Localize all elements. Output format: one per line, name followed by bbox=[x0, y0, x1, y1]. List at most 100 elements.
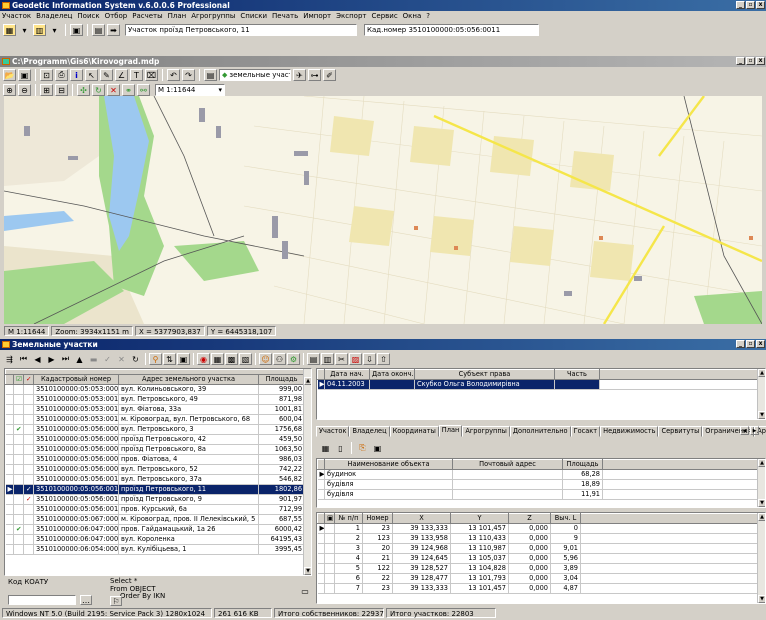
menu-item-9[interactable]: Импорт bbox=[303, 11, 331, 22]
menu-item-10[interactable]: Экспорт bbox=[336, 11, 366, 22]
pin-icon[interactable]: ✈ bbox=[293, 69, 306, 81]
arrow-icon[interactable]: ➡ bbox=[107, 24, 120, 36]
zoom-window-icon[interactable]: ⊡ bbox=[40, 69, 53, 81]
table-row[interactable]: 2 123 39 133,958 13 110,433 0,000 9 bbox=[317, 533, 760, 544]
scroll-up-icon[interactable]: ▲ bbox=[758, 459, 765, 467]
address-header[interactable]: Адрес земельного участка bbox=[118, 374, 259, 385]
tab-3[interactable]: План bbox=[438, 425, 463, 437]
chevron-down-icon[interactable]: ▾ bbox=[18, 24, 31, 36]
report-icon[interactable]: ▦ bbox=[211, 353, 224, 365]
plan-draw-icon[interactable]: ▦ bbox=[319, 442, 332, 454]
tabs-scroll-left-icon[interactable]: ◀ bbox=[740, 426, 749, 435]
filter-icon[interactable]: ⇶ bbox=[3, 353, 16, 365]
table-row[interactable]: 3510100000:06:047:0003 вул. Короленка 6419… bbox=[5, 534, 306, 545]
part-header[interactable]: Часть bbox=[554, 369, 600, 380]
prev-record-icon[interactable]: ◀ bbox=[31, 353, 44, 365]
coords-z-header[interactable]: Z bbox=[508, 513, 551, 524]
layer-select[interactable]: ◆ земельные участки bbox=[219, 69, 291, 81]
tab-2[interactable]: Координаты bbox=[389, 426, 439, 437]
coords-index-header[interactable]: № п/п bbox=[334, 513, 363, 524]
menu-item-6[interactable]: Агрогруппы bbox=[191, 11, 235, 22]
object-area-header[interactable]: Площадь bbox=[562, 459, 603, 470]
table-row[interactable]: 3510100000:06:054:0002 вул. Кулібіцьева, … bbox=[5, 544, 306, 555]
sort-icon[interactable]: ⇅ bbox=[163, 353, 176, 365]
insert-icon[interactable]: ▲ bbox=[73, 353, 86, 365]
scale-select[interactable]: М 1:11644 ▾ bbox=[155, 84, 225, 96]
plan-open-icon[interactable]: ⎘ bbox=[356, 442, 369, 454]
select-all-icon[interactable]: ▩ bbox=[225, 353, 238, 365]
owners-scrollbar[interactable]: ▲ ▼ bbox=[757, 369, 765, 419]
table-row[interactable]: 3510100000:05:067:0001 м. Кіровоград, про… bbox=[5, 514, 306, 525]
text-icon[interactable]: T bbox=[130, 69, 143, 81]
table-row[interactable]: будівля 18,89 bbox=[317, 479, 760, 490]
map-icon[interactable]: ▦ bbox=[3, 24, 16, 36]
menu-item-1[interactable]: Владелец bbox=[36, 11, 72, 22]
find-icon[interactable]: ⚲ bbox=[149, 353, 162, 365]
menu-item-11[interactable]: Сервис bbox=[372, 11, 398, 22]
koatu-browse-button[interactable]: … bbox=[80, 595, 92, 605]
tabs-scroll-right-icon[interactable]: ▶ bbox=[750, 426, 759, 435]
plan-doc-icon[interactable]: ▯ bbox=[334, 442, 347, 454]
owner-icon[interactable]: ☺ bbox=[259, 353, 272, 365]
table-row[interactable]: 3510100000:05:053:0009 вул. Колиньовськог… bbox=[5, 384, 306, 395]
zoom-in-icon[interactable]: ⊕ bbox=[3, 84, 16, 96]
run-query-icon[interactable]: ⚐ bbox=[110, 596, 122, 606]
table-row[interactable]: 5 122 39 128,527 13 104,828 0,000 3,89 bbox=[317, 563, 760, 574]
mark-header[interactable]: ✓ bbox=[23, 374, 34, 385]
map-minimize-button[interactable]: _ bbox=[736, 57, 745, 65]
maximize-button[interactable]: ▫ bbox=[746, 1, 755, 9]
scroll-up-icon[interactable]: ▲ bbox=[304, 377, 311, 385]
scroll-up-icon[interactable]: ▲ bbox=[758, 369, 765, 377]
menu-item-7[interactable]: Списки bbox=[240, 11, 267, 22]
cad-number-header[interactable]: Кадастровый номер bbox=[33, 374, 119, 385]
node-icon[interactable]: ⊶ bbox=[308, 69, 321, 81]
table-row[interactable]: 3510100000:05:056:0007 пров. Фіатова, 4 98… bbox=[5, 454, 306, 465]
tab-5[interactable]: Дополнительно bbox=[509, 426, 571, 437]
refresh-icon[interactable]: ↻ bbox=[92, 84, 105, 96]
select-object-icon[interactable]: ✣ bbox=[77, 84, 90, 96]
zoom-all-icon[interactable]: ⊟ bbox=[55, 84, 68, 96]
coords-scrollbar[interactable]: ▲ ▼ bbox=[757, 513, 765, 603]
last-record-icon[interactable]: ⏭ bbox=[59, 353, 72, 365]
plan-save-icon[interactable]: ▣ bbox=[371, 442, 384, 454]
edit-icon[interactable]: ✓ bbox=[101, 353, 114, 365]
pointer-icon[interactable]: ↖ bbox=[85, 69, 98, 81]
cut-icon[interactable]: ✂ bbox=[335, 353, 348, 365]
coords-x-header[interactable]: X bbox=[392, 513, 451, 524]
parcels-scrollbar[interactable]: ▲ ▼ bbox=[303, 369, 311, 575]
scroll-up-icon[interactable]: ▲ bbox=[758, 513, 765, 521]
calendar-icon[interactable]: ▤ bbox=[204, 69, 217, 81]
table-row[interactable]: 6 22 39 128,477 13 101,793 0,000 3,04 bbox=[317, 573, 760, 584]
menu-item-0[interactable]: Участок bbox=[2, 11, 31, 22]
table-row[interactable]: 3510100000:05:056:0013 пров. Курський, 6а… bbox=[5, 504, 306, 515]
zoom-rect-icon[interactable]: ⊞ bbox=[40, 84, 53, 96]
redo-icon[interactable]: ↷ bbox=[182, 69, 195, 81]
measure-icon[interactable]: ✎ bbox=[100, 69, 113, 81]
coords-grid[interactable]: ▣ № п/п Номер X Y Z Выч. L ▶ 1 23 39 133,33… bbox=[316, 512, 766, 604]
map-maximize-button[interactable]: ▫ bbox=[746, 57, 755, 65]
grid-icon[interactable]: ▤ bbox=[92, 24, 105, 36]
table-row[interactable]: ▶ 1 23 39 133,333 13 101,457 0,000 0 bbox=[317, 523, 760, 534]
zoom-out-icon[interactable]: ⊖ bbox=[18, 84, 31, 96]
coords-number-header[interactable]: Номер bbox=[362, 513, 393, 524]
area-header[interactable]: Площадь bbox=[257, 374, 306, 385]
menu-item-5[interactable]: План bbox=[168, 11, 187, 22]
table-row[interactable]: 3510100000:05:053:0012 м. Кіровоград, вул… bbox=[5, 414, 306, 425]
map-canvas[interactable] bbox=[4, 96, 762, 324]
parcels-maximize-button[interactable]: ▫ bbox=[746, 340, 755, 348]
parcels-close-button[interactable]: x bbox=[756, 340, 765, 348]
objects-grid[interactable]: Наименование объекта Почтовый адрес Площ… bbox=[316, 458, 766, 508]
angle-icon[interactable]: ∠ bbox=[115, 69, 128, 81]
minimize-button[interactable]: _ bbox=[736, 1, 745, 9]
menu-item-8[interactable]: Печать bbox=[272, 11, 298, 22]
table-row[interactable]: ▶ будинок 68,28 bbox=[317, 469, 760, 480]
table-row[interactable]: будівля 11,91 bbox=[317, 489, 760, 500]
menu-item-2[interactable]: Поиск bbox=[77, 11, 99, 22]
parcels-minimize-button[interactable]: _ bbox=[736, 340, 745, 348]
open-icon[interactable]: 📂 bbox=[3, 69, 16, 81]
object-address-header[interactable]: Почтовый адрес bbox=[452, 459, 563, 470]
info-icon[interactable]: i bbox=[70, 69, 83, 81]
group-icon[interactable]: ⚇ bbox=[273, 353, 286, 365]
save-icon[interactable]: ▣ bbox=[177, 353, 190, 365]
calc-icon[interactable]: ▥ bbox=[321, 353, 334, 365]
